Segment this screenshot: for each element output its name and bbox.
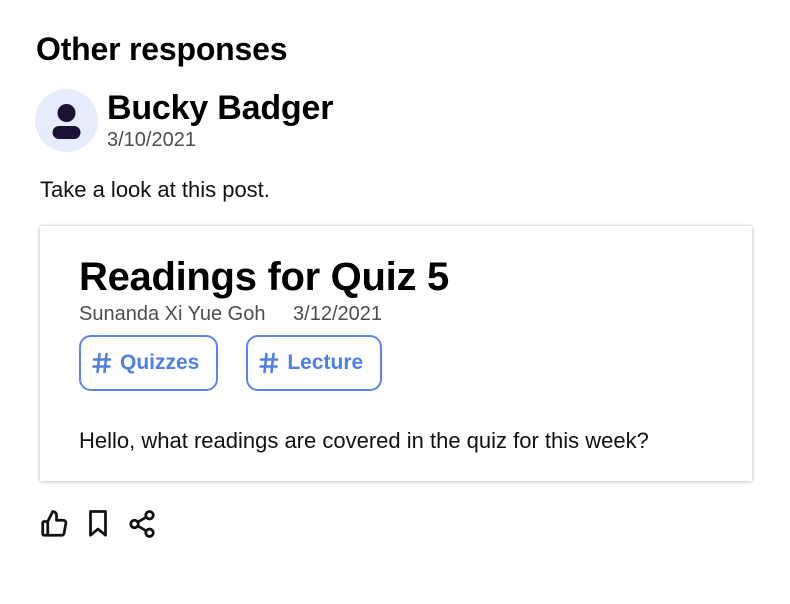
section-title: Other responses [36,31,288,67]
hashtag-icon [259,352,279,374]
post-body: Hello, what readings are covered in the … [79,428,649,453]
tag-label: Quizzes [120,351,200,374]
like-button[interactable] [39,508,69,540]
tag-label: Lecture [287,351,364,374]
response-text: Take a look at this post. [40,177,270,202]
hashtag-icon [92,352,112,374]
bookmark-button[interactable] [83,508,113,540]
author-name: Bucky Badger [107,89,334,127]
tag-list: Quizzes Lecture [79,335,383,391]
post-meta: Sunanda Xi Yue Goh 3/12/2021 [79,302,382,326]
post-date: 3/12/2021 [293,303,383,325]
tag-lecture[interactable]: Lecture [246,335,383,391]
response-date: 3/10/2021 [107,129,196,151]
linked-post-card[interactable]: Readings for Quiz 5 Sunanda Xi Yue Goh 3… [40,226,752,481]
thumbs-up-icon [41,510,68,537]
bookmark-icon [89,510,107,537]
post-author: Sunanda Xi Yue Goh [79,303,266,325]
action-bar [39,508,157,540]
share-icon [129,510,155,538]
avatar [35,89,98,152]
tag-quizzes[interactable]: Quizzes [79,335,219,391]
post-title: Readings for Quiz 5 [79,255,449,299]
share-button[interactable] [127,508,157,540]
user-icon [52,104,81,139]
